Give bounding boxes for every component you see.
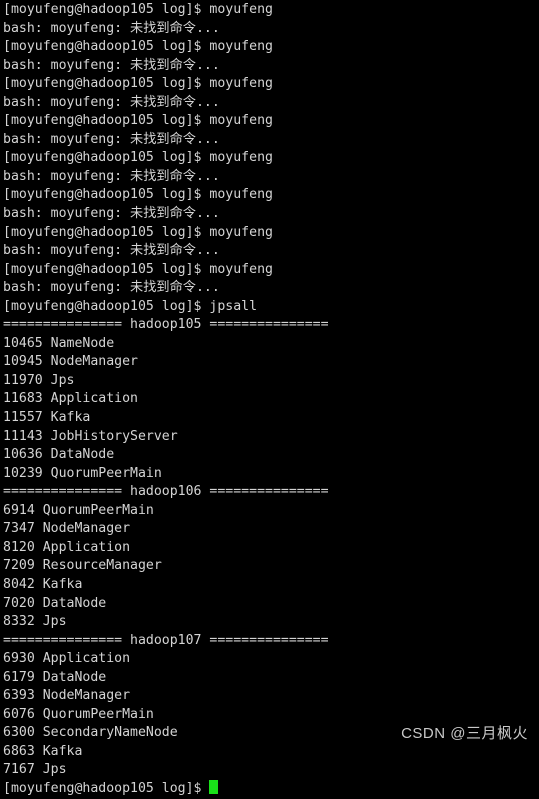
terminal-line-sep: =============== hadoop107 ==============… bbox=[3, 632, 329, 648]
terminal-line-prompt: [moyufeng@hadoop105 log]$ moyufeng bbox=[3, 150, 273, 166]
terminal-line-proc: 10945 NodeManager bbox=[3, 354, 138, 370]
terminal-line-err: bash: moyufeng: 未找到命令... bbox=[3, 206, 220, 222]
terminal-line-proc: 6179 DataNode bbox=[3, 669, 107, 685]
terminal-line-proc: 10636 DataNode bbox=[3, 447, 115, 463]
terminal-line-proc: 7167 Jps bbox=[3, 762, 67, 778]
terminal-output-area[interactable]: [moyufeng@hadoop105 log]$ moyufeng bash: … bbox=[3, 1, 539, 799]
csdn-watermark: CSDN @三月枫火 bbox=[401, 725, 528, 742]
terminal-window[interactable]: [moyufeng@hadoop105 log]$ moyufeng bash: … bbox=[0, 0, 539, 796]
terminal-line-proc: 11143 JobHistoryServer bbox=[3, 428, 178, 444]
terminal-line-proc: 11970 Jps bbox=[3, 372, 75, 388]
terminal-line-err: bash: moyufeng: 未找到命令... bbox=[3, 168, 220, 184]
terminal-line-proc: 7347 NodeManager bbox=[3, 521, 131, 537]
terminal-line-proc: 10239 QuorumPeerMain bbox=[3, 465, 162, 481]
terminal-line-prompt: [moyufeng@hadoop105 log]$ jpsall bbox=[3, 298, 258, 314]
terminal-line-prompt: [moyufeng@hadoop105 log]$ moyufeng bbox=[3, 187, 273, 203]
terminal-line-proc: 6930 Application bbox=[3, 651, 131, 667]
terminal-active-prompt[interactable]: [moyufeng@hadoop105 log]$ bbox=[3, 779, 539, 799]
terminal-line-err: bash: moyufeng: 未找到命令... bbox=[3, 94, 220, 110]
terminal-line-prompt: [moyufeng@hadoop105 log]$ moyufeng bbox=[3, 2, 273, 17]
terminal-line-err: bash: moyufeng: 未找到命令... bbox=[3, 20, 220, 36]
terminal-line-prompt: [moyufeng@hadoop105 log]$ moyufeng bbox=[3, 39, 273, 55]
terminal-line-err: bash: moyufeng: 未找到命令... bbox=[3, 57, 220, 73]
terminal-line-prompt: [moyufeng@hadoop105 log]$ moyufeng bbox=[3, 224, 273, 240]
terminal-line-proc: 6393 NodeManager bbox=[3, 688, 131, 704]
terminal-line-proc: 8332 Jps bbox=[3, 614, 67, 630]
text-cursor bbox=[209, 779, 218, 794]
terminal-line-err: bash: moyufeng: 未找到命令... bbox=[3, 131, 220, 147]
terminal-line-prompt: [moyufeng@hadoop105 log]$ moyufeng bbox=[3, 261, 273, 277]
terminal-line-err: bash: moyufeng: 未找到命令... bbox=[3, 243, 220, 259]
terminal-line-sep: =============== hadoop105 ==============… bbox=[3, 317, 329, 333]
terminal-line-proc: 6914 QuorumPeerMain bbox=[3, 502, 154, 518]
terminal-line-proc: 8120 Application bbox=[3, 539, 131, 555]
terminal-line-proc: 6863 Kafka bbox=[3, 743, 83, 759]
terminal-line-err: bash: moyufeng: 未找到命令... bbox=[3, 280, 220, 296]
terminal-line-sep: =============== hadoop106 ==============… bbox=[3, 484, 329, 500]
terminal-line-proc: 11683 Application bbox=[3, 391, 138, 407]
terminal-line-proc: 11557 Kafka bbox=[3, 410, 91, 426]
terminal-line-proc: 7209 ResourceManager bbox=[3, 558, 162, 574]
terminal-line-proc: 8042 Kafka bbox=[3, 576, 83, 592]
prompt-text: [moyufeng@hadoop105 log]$ bbox=[3, 780, 210, 796]
terminal-line-prompt: [moyufeng@hadoop105 log]$ moyufeng bbox=[3, 113, 273, 129]
terminal-line-prompt: [moyufeng@hadoop105 log]$ moyufeng bbox=[3, 76, 273, 92]
terminal-line-proc: 10465 NameNode bbox=[3, 335, 115, 351]
terminal-line-proc: 7020 DataNode bbox=[3, 595, 107, 611]
